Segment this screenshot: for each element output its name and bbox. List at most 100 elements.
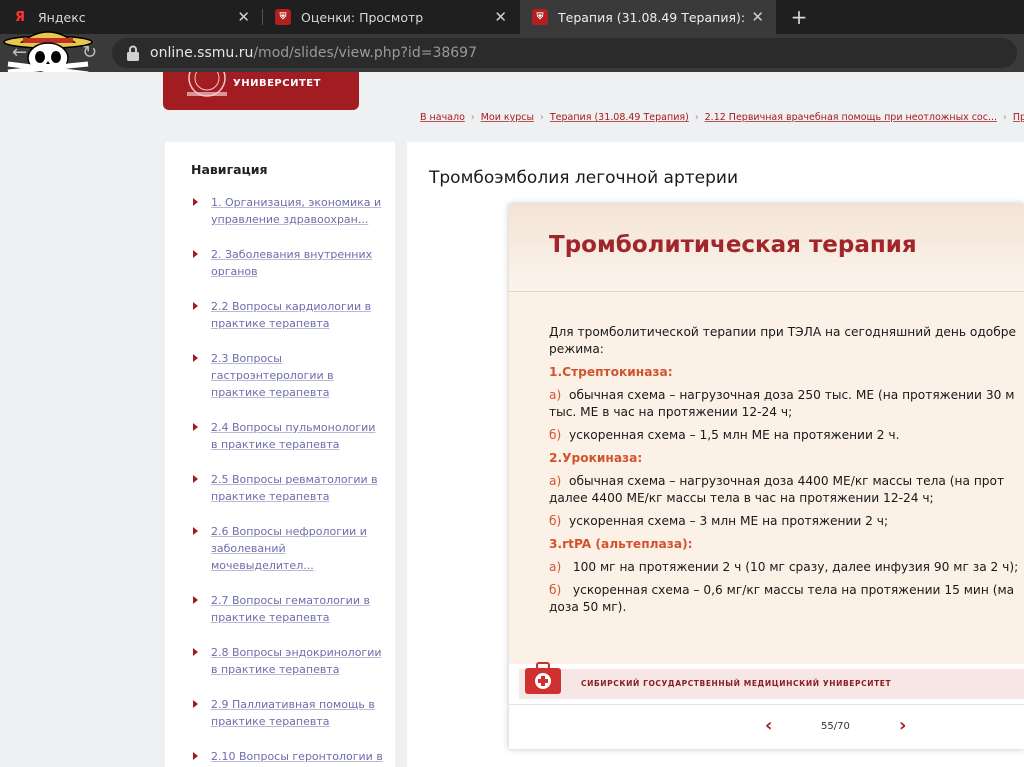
university-logo[interactable]: УНИВЕРСИТЕТ	[163, 72, 359, 110]
yandex-icon: Я	[14, 9, 25, 25]
navigation-list: 1. Организация, экономика и управление зд…	[191, 194, 387, 767]
nav-item[interactable]: 2.2 Вопросы кардиологии в практике терапе…	[191, 298, 387, 332]
ssmu-shield-icon: ⛨	[275, 9, 291, 25]
slide-text-line: б) ускоренная схема – 1,5 млн МЕ на прот…	[549, 428, 900, 442]
slide-text-line: доза 50 мг).	[549, 600, 627, 614]
triangle-bullet-icon	[193, 648, 198, 656]
slide-text-line: б) ускоренная схема – 0,6 мг/кг массы те…	[549, 583, 1015, 597]
triangle-bullet-icon	[193, 475, 198, 483]
page-title: Тромбоэмболия легочной артерии	[429, 168, 738, 188]
list-marker: а)	[549, 474, 562, 488]
slide-text-line: Для тромболитической терапии при ТЭЛА на…	[549, 325, 1017, 339]
first-aid-kit-icon	[525, 662, 561, 694]
lock-icon	[127, 45, 139, 61]
slide-footer: СИБИРСКИЙ ГОСУДАРСТВЕННЫЙ МЕДИЦИНСКИЙ УН…	[519, 662, 1024, 699]
nav-item-label: 2.4 Вопросы пульмонологии	[211, 421, 376, 434]
nav-item-label: в практике терапевта	[211, 438, 340, 451]
triangle-bullet-icon	[193, 596, 198, 604]
nav-item-label: гастроэнтерологии в	[211, 369, 334, 382]
previous-slide-button[interactable]: ‹	[765, 715, 772, 736]
slide-section-heading: 3.rtPA (альтеплаза):	[549, 537, 693, 551]
skull-sticker-icon	[3, 31, 93, 77]
nav-item[interactable]: 1. Организация, экономика и управление зд…	[191, 194, 387, 228]
university-emblem-icon	[187, 72, 227, 97]
slide-list-item: б) ускоренная схема – 1,5 млн МЕ на прот…	[549, 427, 1024, 444]
url-text: online.ssmu.ru/mod/slides/view.php?id=38…	[150, 45, 477, 61]
slide-text-line: б) ускоренная схема – 3 млн МЕ на протяж…	[549, 514, 889, 528]
nav-item-label: практике терапевта	[211, 715, 330, 728]
slide-section-heading: 2.Урокиназа:	[549, 451, 643, 465]
nav-item-label: 2.2 Вопросы кардиологии в	[211, 300, 372, 313]
url-host: online.ssmu.ru	[150, 45, 254, 61]
nav-item[interactable]: 2.6 Вопросы нефрологии и заболеваний мочев…	[191, 523, 387, 574]
address-bar: ← ↻ online.ssmu.ru/mod/slides/view.php?i…	[0, 34, 1024, 72]
tab-grades[interactable]: ⛨ Оценки: Просмотр ✕	[263, 0, 519, 34]
nav-item-label: 2.7 Вопросы гематологии в	[211, 594, 370, 607]
tab-title: Яндекс	[38, 9, 86, 25]
nav-item-label: органов	[211, 265, 258, 278]
slide-list-item: б) ускоренная схема – 3 млн МЕ на протяж…	[549, 513, 1024, 530]
slide-text-line: а) обычная схема – нагрузочная доза 4400…	[549, 474, 1005, 488]
slide-section-heading: 1.Стрептокиназа:	[549, 365, 673, 379]
slide-title: Тромболитическая терапия	[549, 232, 917, 258]
breadcrumb-course[interactable]: Терапия (31.08.49 Терапия)	[550, 112, 689, 123]
nav-item[interactable]: 2.9 Паллиативная помощь в практике терапе…	[191, 696, 387, 730]
close-icon[interactable]: ✕	[751, 8, 764, 26]
breadcrumb-section[interactable]: 2.12 Первичная врачебная помощь при неот…	[705, 112, 997, 123]
breadcrumb-separator: ›	[540, 112, 544, 123]
list-marker: а)	[549, 560, 562, 574]
new-tab-button[interactable]: +	[788, 6, 810, 28]
close-icon[interactable]: ✕	[494, 8, 507, 26]
nav-item-label: практике терапевта	[211, 490, 330, 503]
nav-item-label: 1. Организация, экономика и	[211, 196, 382, 209]
triangle-bullet-icon	[193, 423, 198, 431]
breadcrumb-separator: ›	[1003, 112, 1007, 123]
tab-title: Оценки: Просмотр	[301, 9, 424, 25]
nav-item[interactable]: 2.5 Вопросы ревматологии в практике терап…	[191, 471, 387, 505]
triangle-bullet-icon	[193, 354, 198, 362]
url-input[interactable]: online.ssmu.ru/mod/slides/view.php?id=38…	[112, 38, 1017, 68]
breadcrumb: В начало › Мои курсы › Терапия (31.08.49 Тер…	[420, 112, 1024, 130]
slide-list-item: б) ускоренная схема – 0,6 мг/кг массы те…	[549, 582, 1024, 616]
nav-item-label: 2.8 Вопросы эндокринологии	[211, 646, 382, 659]
nav-item-label: 2.9 Паллиативная помощь в	[211, 698, 375, 711]
nav-item-label: в практике терапевта	[211, 663, 340, 676]
breadcrumb-home[interactable]: В начало	[420, 112, 465, 123]
nav-item[interactable]: 2.4 Вопросы пульмонологии в практике тера…	[191, 419, 387, 453]
slide-list-item: а) обычная схема – нагрузочная доза 250 …	[549, 387, 1024, 421]
breadcrumb-my-courses[interactable]: Мои курсы	[481, 112, 534, 123]
url-path: /mod/slides/view.php?id=38697	[253, 45, 477, 61]
breadcrumb-presentation[interactable]: Презе	[1013, 112, 1024, 123]
nav-item-label: практике терапевта	[211, 611, 330, 624]
close-icon[interactable]: ✕	[237, 8, 250, 26]
nav-item-label: 2.3 Вопросы	[211, 352, 282, 365]
breadcrumb-separator: ›	[694, 112, 699, 123]
ssmu-shield-icon: ⛨	[532, 9, 548, 25]
next-slide-button[interactable]: ›	[899, 715, 906, 736]
triangle-bullet-icon	[193, 198, 198, 206]
nav-item-label: практике терапевта	[211, 386, 330, 399]
tab-therapy[interactable]: ⛨ Терапия (31.08.49 Терапия): Тро ✕	[520, 0, 776, 34]
nav-item[interactable]: 2.10 Вопросы геронтологии в	[191, 748, 387, 765]
slide-counter: 55/70	[821, 721, 850, 732]
triangle-bullet-icon	[193, 302, 198, 310]
slide-pager: ‹ 55/70 ›	[509, 704, 1024, 749]
slide-viewer: Тромболитическая терапия Для тромболитич…	[509, 204, 1024, 749]
triangle-bullet-icon	[193, 527, 198, 535]
nav-item-label: управление здравоохран...	[211, 213, 369, 226]
nav-item[interactable]: 2.3 Вопросы гастроэнтерологии в практике т…	[191, 350, 387, 401]
nav-item-label: 2.6 Вопросы нефрологии и	[211, 525, 367, 538]
nav-item[interactable]: 2.7 Вопросы гематологии в практике терапе…	[191, 592, 387, 626]
nav-item[interactable]: 2. Заболевания внутренних органов	[191, 246, 387, 280]
triangle-bullet-icon	[193, 250, 198, 258]
slide-body: Для тромболитической терапии при ТЭЛА на…	[509, 292, 1024, 664]
triangle-bullet-icon	[193, 700, 198, 708]
list-marker: б)	[549, 428, 562, 442]
nav-item[interactable]: 2.8 Вопросы эндокринологии в практике тер…	[191, 644, 387, 678]
nav-item-label: практике терапевта	[211, 317, 330, 330]
nav-item-label: 2.10 Вопросы геронтологии в	[211, 750, 383, 763]
main-content: Тромбоэмболия легочной артерии Тромболит…	[407, 142, 1024, 767]
slide-text-line: а) 100 мг на протяжении 2 ч (10 мг сразу…	[549, 560, 1019, 574]
slide-list-item: а) обычная схема – нагрузочная доза 4400…	[549, 473, 1024, 507]
navigation-title: Навигация	[191, 162, 268, 177]
